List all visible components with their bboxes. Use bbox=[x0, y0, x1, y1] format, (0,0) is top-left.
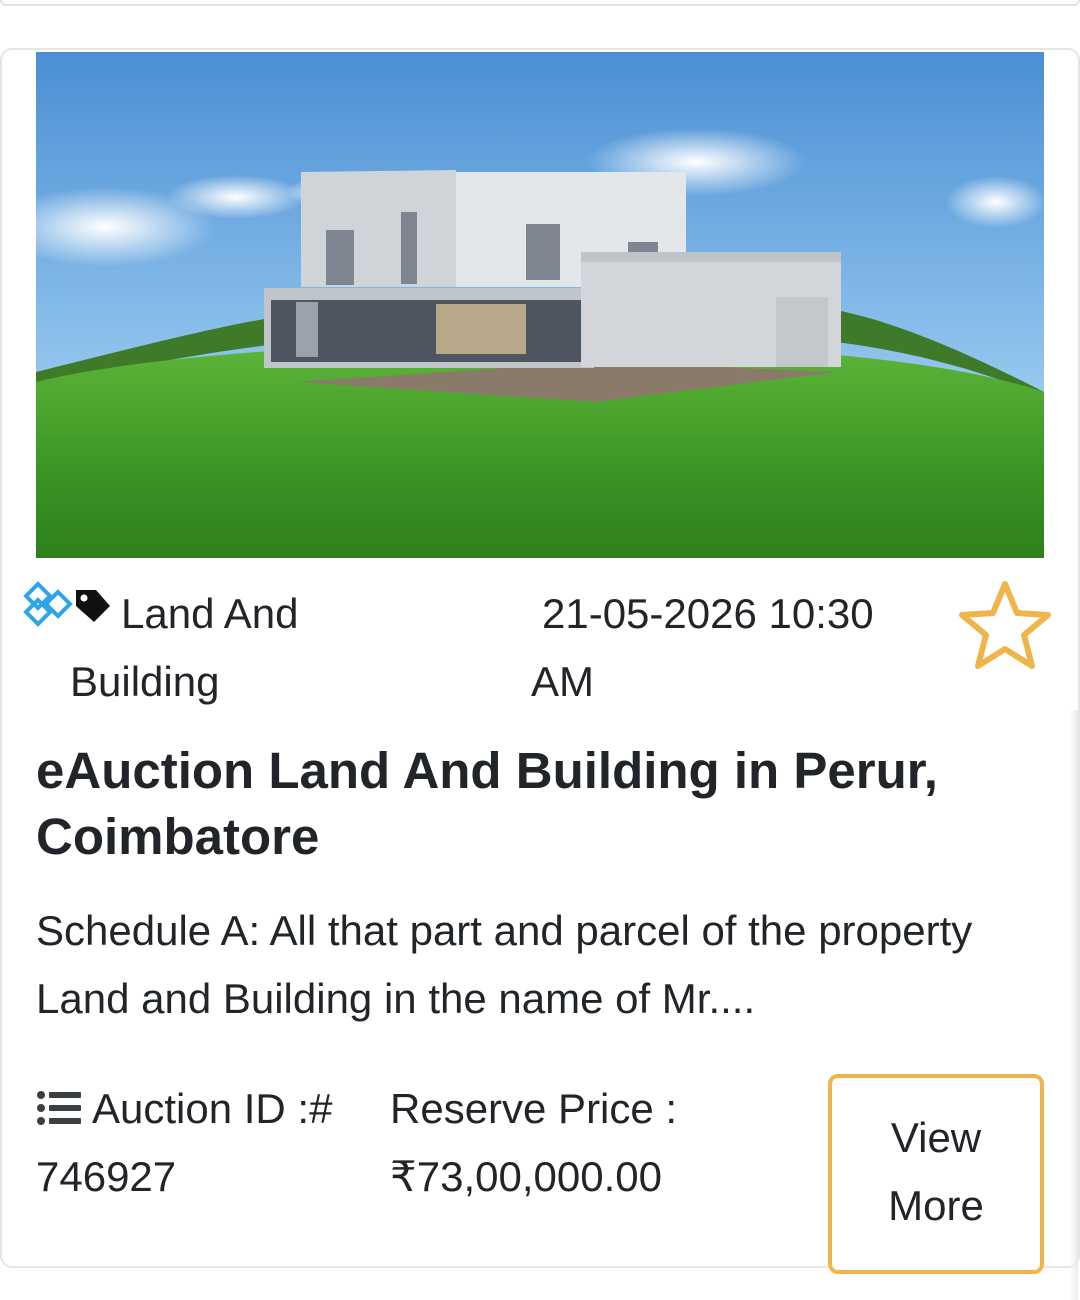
description-line: Land and Building in the name of Mr.... bbox=[36, 975, 756, 1022]
property-photo[interactable] bbox=[36, 52, 1044, 558]
category-tag-icon bbox=[23, 581, 110, 627]
auction-date: 21-05-2026 10:30 bbox=[542, 590, 874, 637]
meta-row: Land And Building 21-05-2026 10:30 AM bbox=[0, 578, 1080, 708]
view-more-button[interactable]: View More bbox=[828, 1074, 1044, 1274]
auction-id-value: 746927 bbox=[36, 1153, 177, 1200]
previous-card-edge bbox=[0, 0, 1080, 6]
auction-time-suffix: AM bbox=[531, 658, 594, 705]
listing-title[interactable]: eAuction Land And Building in Perur, Coi… bbox=[36, 738, 1036, 870]
auction-id-label: Auction ID :# bbox=[92, 1085, 333, 1132]
reserve-price-value: ₹73,00,000.00 bbox=[390, 1153, 662, 1200]
listing-description: Schedule A: All that part and parcel of … bbox=[36, 897, 1066, 1033]
card-shadow bbox=[1070, 710, 1078, 1300]
view-more-label-cont: More bbox=[888, 1182, 984, 1229]
star-outline-icon[interactable] bbox=[956, 578, 1054, 672]
description-line: Schedule A: All that part and parcel of … bbox=[36, 907, 973, 954]
list-icon bbox=[37, 1091, 81, 1125]
view-more-label: View bbox=[890, 1114, 982, 1161]
category-label-cont: Building bbox=[70, 658, 220, 705]
reserve-price-label: Reserve Price : bbox=[390, 1085, 678, 1132]
category-label: Land And bbox=[121, 590, 299, 637]
